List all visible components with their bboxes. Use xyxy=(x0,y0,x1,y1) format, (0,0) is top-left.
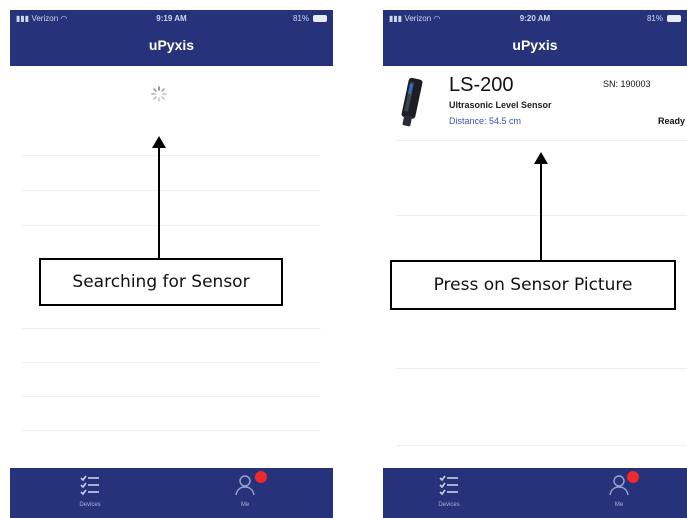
tab-devices[interactable]: Devices xyxy=(419,468,479,518)
status-time: 9:19 AM xyxy=(156,14,187,23)
list-separator xyxy=(397,215,687,216)
tab-bar: Devices Me xyxy=(383,468,687,518)
tab-me[interactable]: Me xyxy=(215,468,275,518)
arrow-shaft xyxy=(158,146,160,258)
arrow-shaft xyxy=(540,162,542,260)
tab-me-label: Me xyxy=(240,502,250,508)
nav-title: uPyxis xyxy=(383,28,687,66)
tab-me[interactable]: Me xyxy=(589,468,649,518)
person-icon xyxy=(235,475,255,496)
sensor-distance: Distance: 54.5 cm xyxy=(449,116,522,126)
sensor-model: LS-200 xyxy=(449,74,514,96)
loading-spinner-icon xyxy=(151,86,167,102)
sensor-description: Ultrasonic Level Sensor xyxy=(449,100,552,110)
list-separator xyxy=(397,368,687,369)
screen-searching: ▮▮▮ Verizon ◠ 9:19 AM 81% uPyxis Searchi… xyxy=(10,10,333,518)
nav-title: uPyxis xyxy=(10,28,333,66)
battery-icon xyxy=(313,15,327,22)
list-separator xyxy=(397,140,687,141)
battery-percent: 81% xyxy=(292,14,309,23)
tab-me-label: Me xyxy=(614,502,624,508)
devices-list-icon xyxy=(439,475,458,496)
tab-devices-label: Devices xyxy=(79,502,101,508)
screen-sensor-found: ▮▮▮ Verizon ◠ 9:20 AM 81% uPyxis LS-200 … xyxy=(383,10,687,518)
list-separator xyxy=(22,155,321,156)
notification-badge xyxy=(627,471,639,483)
list-separator xyxy=(22,362,321,363)
sensor-picture[interactable] xyxy=(397,76,423,130)
list-separator xyxy=(22,328,321,329)
sensor-list-item[interactable]: LS-200 Ultrasonic Level Sensor Distance:… xyxy=(383,66,687,140)
tab-bar: Devices Me xyxy=(10,468,333,518)
list-separator xyxy=(22,396,321,397)
callout-press-picture: Press on Sensor Picture xyxy=(390,260,676,310)
devices-list-icon xyxy=(80,475,99,496)
tab-devices[interactable]: Devices xyxy=(60,468,120,518)
sensor-status: Ready xyxy=(657,116,685,126)
list-separator xyxy=(22,225,321,226)
list-separator xyxy=(22,190,321,191)
battery-percent: 81% xyxy=(646,14,663,23)
battery-icon xyxy=(667,15,681,22)
notification-badge xyxy=(255,471,267,483)
callout-searching: Searching for Sensor xyxy=(39,258,283,306)
tab-devices-label: Devices xyxy=(438,502,460,508)
status-bar: ▮▮▮ Verizon ◠ 9:20 AM 81% xyxy=(383,10,687,28)
sensor-serial: SN: 190003 xyxy=(603,79,651,89)
list-separator xyxy=(397,445,687,446)
status-time: 9:20 AM xyxy=(519,14,551,23)
list-separator xyxy=(22,430,321,431)
status-bar: ▮▮▮ Verizon ◠ 9:19 AM 81% xyxy=(10,10,333,28)
